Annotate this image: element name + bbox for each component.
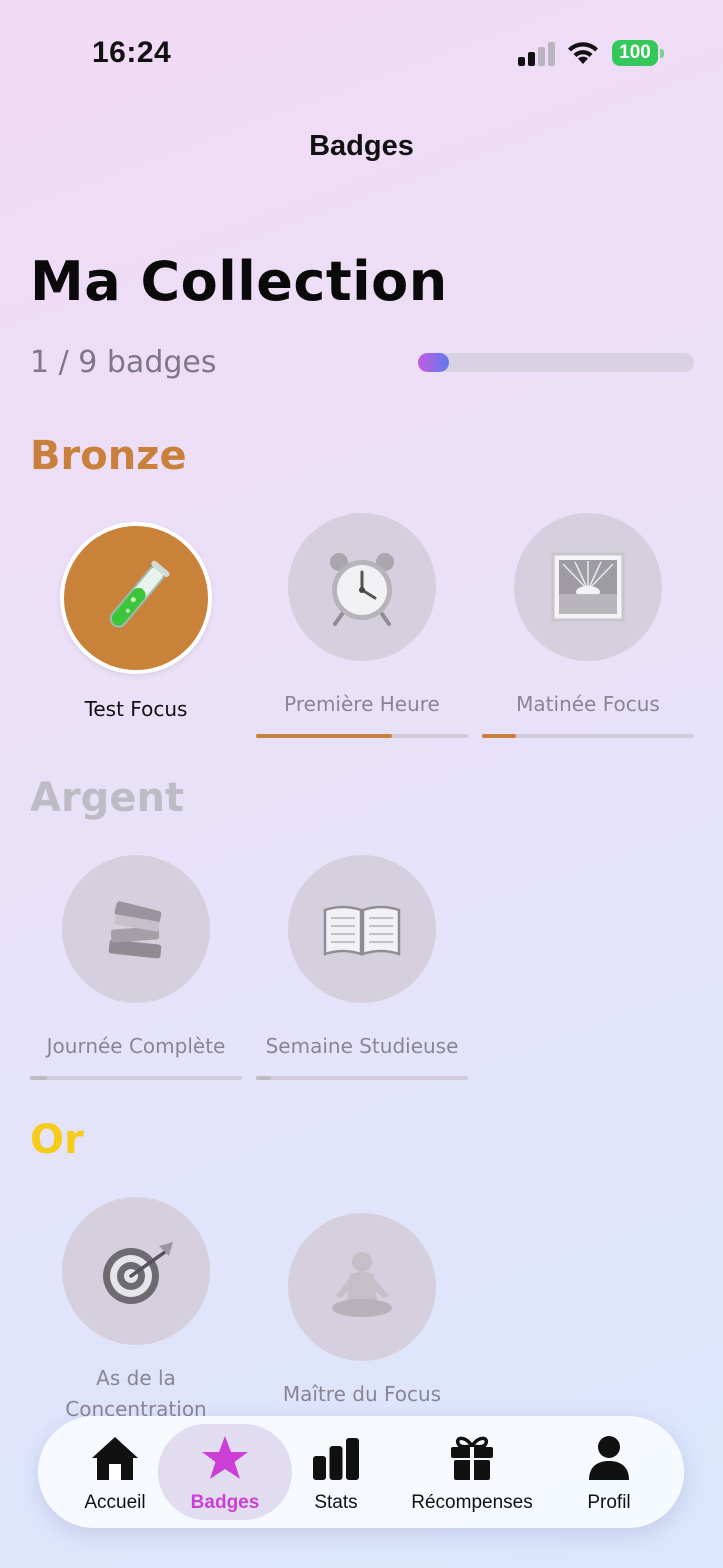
tab-profil[interactable]: Profil — [554, 1416, 664, 1528]
tab-label: Profil — [587, 1492, 631, 1513]
badge-circle — [62, 1197, 210, 1345]
badge-test-focus[interactable]: Test Focus — [30, 522, 242, 725]
star-icon — [202, 1436, 248, 1479]
alarm-clock-icon — [330, 553, 394, 626]
sunrise-icon — [551, 552, 625, 622]
badge-label: Semaine Studieuse — [265, 1034, 459, 1058]
person-icon — [589, 1436, 629, 1480]
tab-badges[interactable]: Badges — [170, 1416, 280, 1528]
badge-progress-bar — [256, 1076, 468, 1080]
badge-progress-bar — [256, 734, 468, 738]
badge-circle — [288, 513, 436, 661]
badge-progress-bar — [30, 1076, 242, 1080]
collection-progress-bar — [418, 353, 694, 372]
badge-progress-fill — [256, 734, 392, 738]
bar-chart-icon — [313, 1438, 359, 1480]
badge-circle — [288, 855, 436, 1003]
badge-circle — [60, 522, 212, 674]
badge-matinee-focus[interactable]: Matinée Focus — [482, 513, 694, 738]
badge-premiere-heure[interactable]: Première Heure — [256, 513, 468, 738]
badge-progress-fill — [482, 734, 516, 738]
home-icon — [92, 1437, 138, 1480]
gift-icon — [451, 1436, 493, 1480]
badge-circle — [288, 1213, 436, 1361]
badge-label: Matinée Focus — [516, 692, 660, 716]
badge-semaine-studieuse[interactable]: Semaine Studieuse — [256, 855, 468, 1080]
badge-circle — [62, 855, 210, 1003]
tab-bar: Accueil Badges Stats Récompenses Profil — [38, 1416, 684, 1528]
battery-level: 100 — [612, 40, 658, 66]
badge-as-de-la-concentration[interactable]: As de la Concentration — [30, 1197, 242, 1425]
section-title-or: Or — [30, 1117, 84, 1163]
badge-count: 1 / 9 badges — [30, 345, 217, 380]
badge-progress-fill — [30, 1076, 47, 1080]
badge-label: Première Heure — [284, 692, 440, 716]
page-title: Badges — [309, 130, 414, 162]
tab-label: Stats — [314, 1492, 358, 1513]
badge-label: Maître du Focus — [282, 1382, 442, 1406]
tab-label: Accueil — [84, 1492, 146, 1513]
badge-label: Journée Complète — [46, 1034, 226, 1058]
tab-label: Badges — [190, 1492, 260, 1513]
badge-progress-bar — [482, 734, 694, 738]
tab-recompenses[interactable]: Récompenses — [402, 1416, 542, 1528]
badge-circle — [514, 513, 662, 661]
test-tube-icon — [109, 560, 170, 628]
tab-stats[interactable]: Stats — [282, 1416, 390, 1528]
collection-progress-fill — [418, 353, 449, 372]
target-icon — [103, 1242, 173, 1304]
status-bar: 16:24 100 — [0, 0, 723, 100]
open-book-icon — [323, 905, 401, 956]
wifi-icon — [568, 42, 598, 64]
badge-journee-complete[interactable]: Journée Complète — [30, 855, 242, 1080]
status-time: 16:24 — [92, 36, 172, 69]
battery-tip — [660, 49, 664, 58]
tab-accueil[interactable]: Accueil — [60, 1416, 170, 1528]
badge-progress-fill — [256, 1076, 271, 1080]
badge-maitre-du-focus[interactable]: Maître du Focus — [256, 1213, 468, 1410]
meditation-icon — [332, 1252, 392, 1317]
section-title-bronze: Bronze — [30, 433, 187, 479]
signal-icon — [518, 42, 555, 66]
books-icon — [108, 901, 162, 959]
tab-label: Récompenses — [411, 1492, 533, 1513]
section-title-argent: Argent — [30, 775, 185, 821]
collection-title: Ma Collection — [30, 250, 448, 313]
battery-icon: 100 — [612, 40, 664, 66]
badge-label: Test Focus — [84, 697, 188, 721]
